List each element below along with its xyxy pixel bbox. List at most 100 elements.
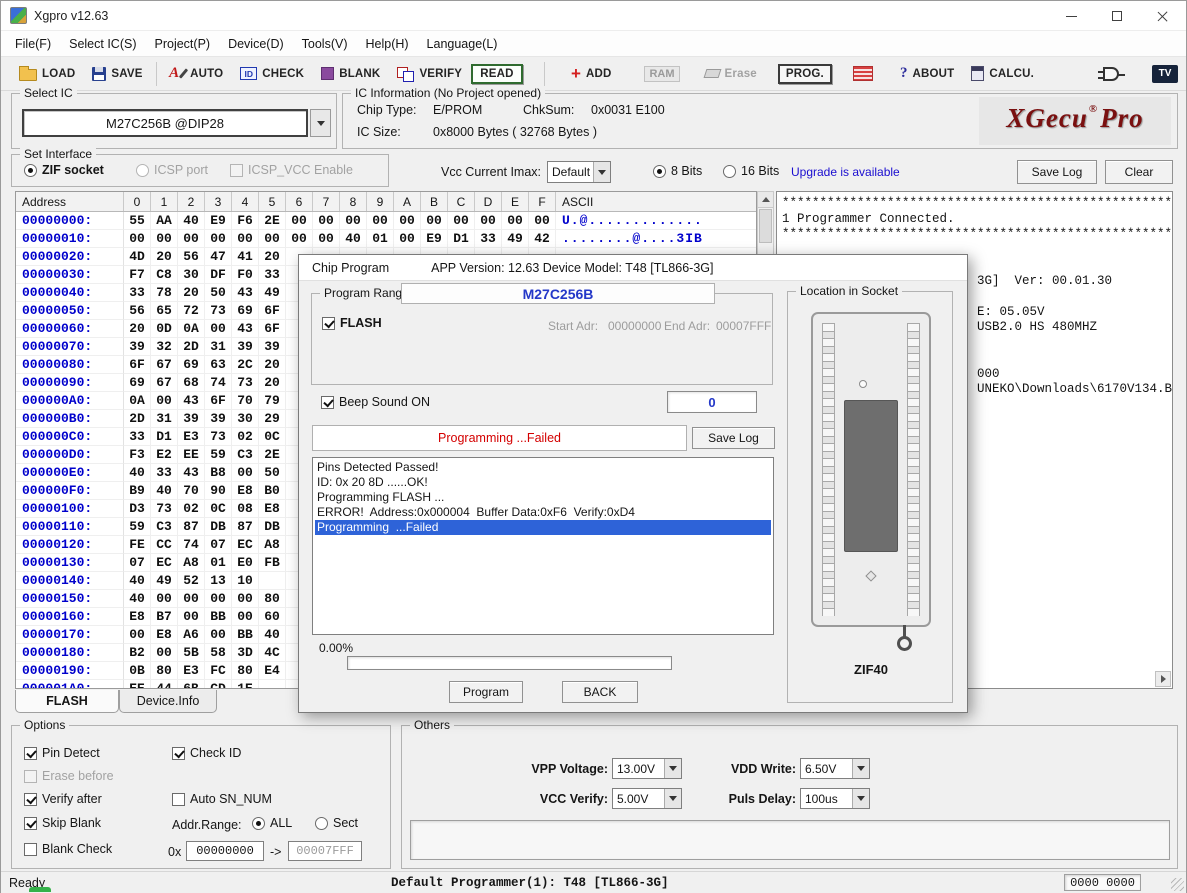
hex-byte-cell[interactable]: B0: [259, 482, 286, 500]
icsp-vcc-checkbox[interactable]: ICSP_VCC Enable: [230, 163, 353, 177]
tab-device-info[interactable]: Device.Info: [119, 690, 217, 713]
hex-byte-cell[interactable]: 07: [124, 554, 151, 572]
hex-byte-cell[interactable]: 10: [232, 572, 259, 590]
hex-byte-cell[interactable]: 2D: [124, 410, 151, 428]
hex-byte-cell[interactable]: 2E: [259, 446, 286, 464]
menu-item[interactable]: Language(L): [418, 33, 507, 55]
hex-byte-cell[interactable]: 00: [232, 608, 259, 626]
hex-byte-cell[interactable]: 2C: [232, 356, 259, 374]
hex-byte-cell[interactable]: 0C: [205, 500, 232, 518]
hex-byte-cell[interactable]: 50: [205, 284, 232, 302]
hex-byte-cell[interactable]: 20: [124, 320, 151, 338]
hex-byte-cell[interactable]: 00: [205, 320, 232, 338]
hex-byte-cell[interactable]: 00: [367, 212, 394, 230]
hex-byte-cell[interactable]: 73: [205, 428, 232, 446]
dialog-title-bar[interactable]: Chip Program APP Version: 12.63 Device M…: [299, 255, 967, 281]
hex-byte-cell[interactable]: 40: [124, 590, 151, 608]
hex-byte-cell[interactable]: 43: [178, 392, 205, 410]
hex-byte-cell[interactable]: 70: [178, 482, 205, 500]
hex-byte-cell[interactable]: 59: [124, 518, 151, 536]
hex-byte-cell[interactable]: 31: [205, 338, 232, 356]
dropdown-button[interactable]: [852, 759, 869, 778]
hex-byte-cell[interactable]: [259, 680, 286, 689]
hex-byte-cell[interactable]: 56: [178, 248, 205, 266]
hex-byte-cell[interactable]: 49: [502, 230, 529, 248]
hex-byte-cell[interactable]: 40: [124, 572, 151, 590]
hex-byte-cell[interactable]: 60: [259, 608, 286, 626]
hex-byte-cell[interactable]: 55: [124, 212, 151, 230]
program-button[interactable]: Program: [449, 681, 523, 703]
vpp-voltage-select[interactable]: 13.00V: [612, 758, 682, 779]
hex-byte-cell[interactable]: E8: [259, 500, 286, 518]
dialog-log-line[interactable]: ERROR! Address:0x000004 Buffer Data:0xF6…: [315, 505, 771, 520]
ic-select-box[interactable]: M27C256B @DIP28: [22, 109, 308, 137]
ic-test-button[interactable]: [845, 63, 881, 84]
hex-byte-cell[interactable]: BB: [232, 626, 259, 644]
dropdown-button[interactable]: [852, 789, 869, 808]
vdd-write-select[interactable]: 6.50V: [800, 758, 870, 779]
flash-checkbox[interactable]: FLASH: [322, 316, 382, 330]
hex-byte-cell[interactable]: EE: [124, 680, 151, 689]
hex-byte-cell[interactable]: 41: [232, 248, 259, 266]
hex-byte-cell[interactable]: F6: [232, 212, 259, 230]
hex-byte-cell[interactable]: 70: [232, 392, 259, 410]
hex-byte-cell[interactable]: 20: [259, 374, 286, 392]
hex-byte-cell[interactable]: 32: [151, 338, 178, 356]
hex-byte-cell[interactable]: 39: [259, 338, 286, 356]
hex-byte-cell[interactable]: 13: [205, 572, 232, 590]
prog-button[interactable]: PROG.: [778, 64, 832, 84]
hex-byte-cell[interactable]: 68: [178, 374, 205, 392]
hex-byte-cell[interactable]: 39: [232, 338, 259, 356]
read-button[interactable]: READ: [471, 64, 522, 84]
resize-grip[interactable]: [1171, 878, 1184, 891]
hex-byte-cell[interactable]: 67: [151, 356, 178, 374]
hex-byte-cell[interactable]: 49: [151, 572, 178, 590]
icsp-port-radio[interactable]: ICSP port: [136, 163, 208, 177]
verify-after-checkbox[interactable]: Verify after: [24, 792, 102, 806]
verify-button[interactable]: VERIFY: [389, 64, 470, 84]
hex-byte-cell[interactable]: E4: [259, 662, 286, 680]
hex-byte-cell[interactable]: 00: [232, 590, 259, 608]
addr-range-all-radio[interactable]: ALL: [252, 816, 292, 830]
hex-byte-cell[interactable]: 0B: [124, 662, 151, 680]
hex-byte-cell[interactable]: 00: [178, 590, 205, 608]
addr-range-sect-radio[interactable]: Sect: [315, 816, 358, 830]
hex-byte-cell[interactable]: 02: [232, 428, 259, 446]
hex-byte-cell[interactable]: DB: [259, 518, 286, 536]
hex-byte-cell[interactable]: E3: [178, 428, 205, 446]
hex-byte-cell[interactable]: F0: [232, 266, 259, 284]
hex-byte-cell[interactable]: 44: [151, 680, 178, 689]
hex-byte-cell[interactable]: EC: [151, 554, 178, 572]
hex-byte-cell[interactable]: 6B: [178, 680, 205, 689]
hex-byte-cell[interactable]: 00: [475, 212, 502, 230]
hex-byte-cell[interactable]: 50: [259, 464, 286, 482]
hex-byte-cell[interactable]: 01: [367, 230, 394, 248]
hex-byte-cell[interactable]: 2D: [178, 338, 205, 356]
save-log-button[interactable]: Save Log: [1017, 160, 1097, 184]
hex-byte-cell[interactable]: FE: [124, 536, 151, 554]
hex-byte-cell[interactable]: 29: [259, 410, 286, 428]
hex-byte-cell[interactable]: 69: [178, 356, 205, 374]
bits-8-radio[interactable]: 8 Bits: [653, 164, 702, 178]
hex-byte-cell[interactable]: 00: [205, 590, 232, 608]
hex-byte-cell[interactable]: 00: [178, 608, 205, 626]
close-button[interactable]: [1140, 1, 1186, 31]
hex-byte-cell[interactable]: 0C: [259, 428, 286, 446]
hex-byte-cell[interactable]: C8: [151, 266, 178, 284]
hex-byte-cell[interactable]: 52: [178, 572, 205, 590]
hex-byte-cell[interactable]: 3D: [232, 644, 259, 662]
hex-byte-cell[interactable]: B7: [151, 608, 178, 626]
hex-byte-cell[interactable]: 39: [178, 410, 205, 428]
hex-byte-cell[interactable]: A8: [259, 536, 286, 554]
tv-button[interactable]: TV: [1144, 62, 1186, 86]
back-button[interactable]: BACK: [562, 681, 638, 703]
bits-16-radio[interactable]: 16 Bits: [723, 164, 779, 178]
hex-byte-cell[interactable]: 69: [124, 374, 151, 392]
hex-byte-cell[interactable]: 33: [475, 230, 502, 248]
hex-byte-cell[interactable]: C3: [232, 446, 259, 464]
menu-item[interactable]: Project(P): [146, 33, 220, 55]
hex-byte-cell[interactable]: [259, 572, 286, 590]
skip-blank-checkbox[interactable]: Skip Blank: [24, 816, 101, 830]
hex-byte-cell[interactable]: B9: [124, 482, 151, 500]
menu-item[interactable]: File(F): [6, 33, 60, 55]
